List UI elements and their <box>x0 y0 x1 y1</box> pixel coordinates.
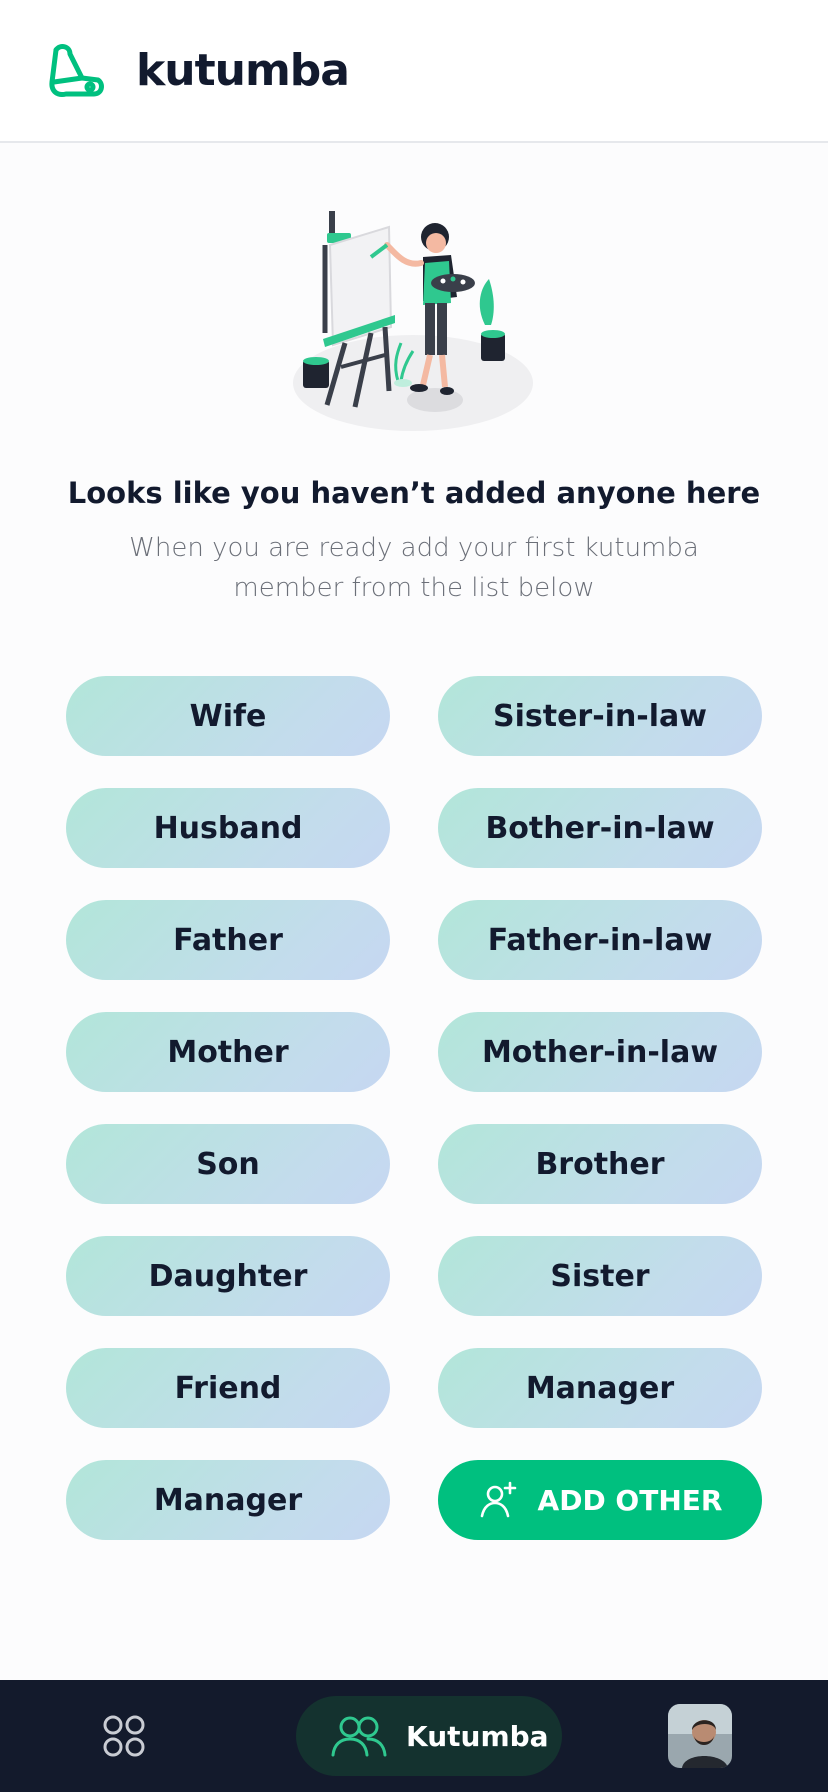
add-user-icon <box>480 1481 516 1518</box>
relation-chip-mother[interactable]: Mother <box>66 1012 390 1092</box>
relation-chip-son[interactable]: Son <box>66 1124 390 1204</box>
relation-chip-manager[interactable]: Manager <box>438 1348 762 1428</box>
relation-chip-friend[interactable]: Friend <box>66 1348 390 1428</box>
relation-grid: Wife Sister-in-law Husband Bother-in-law… <box>66 676 762 1540</box>
add-other-label: ADD OTHER <box>537 1483 723 1517</box>
relation-chip-mother-in-law[interactable]: Mother-in-law <box>438 1012 762 1092</box>
relation-chip-husband[interactable]: Husband <box>66 788 390 868</box>
relation-chip-daughter[interactable]: Daughter <box>66 1236 390 1316</box>
relation-chip-brother-in-law[interactable]: Bother-in-law <box>438 788 762 868</box>
nav-tab-kutumba[interactable]: Kutumba <box>296 1696 562 1776</box>
relation-chip-father[interactable]: Father <box>66 900 390 980</box>
grid-icon[interactable] <box>102 1714 146 1758</box>
avatar[interactable] <box>668 1704 732 1768</box>
kutumba-logo-icon[interactable] <box>46 42 108 100</box>
relation-chip-brother[interactable]: Brother <box>438 1124 762 1204</box>
people-icon <box>331 1716 387 1757</box>
relation-chip-sister[interactable]: Sister <box>438 1236 762 1316</box>
relation-chip-wife[interactable]: Wife <box>66 676 390 756</box>
add-other-button[interactable]: ADD OTHER <box>438 1460 762 1540</box>
empty-state-title: Looks like you haven’t added anyone here <box>67 476 761 510</box>
relation-chip-sister-in-law[interactable]: Sister-in-law <box>438 676 762 756</box>
brand-name: kutumba <box>136 45 350 96</box>
relation-chip-manager-2[interactable]: Manager <box>66 1460 390 1540</box>
relation-chip-father-in-law[interactable]: Father-in-law <box>438 900 762 980</box>
painter-illustration <box>293 211 533 431</box>
empty-state-subtitle: When you are ready add your first kutumb… <box>129 533 699 603</box>
nav-tab-kutumba-label: Kutumba <box>406 1719 549 1753</box>
app-header: kutumba <box>0 0 828 143</box>
